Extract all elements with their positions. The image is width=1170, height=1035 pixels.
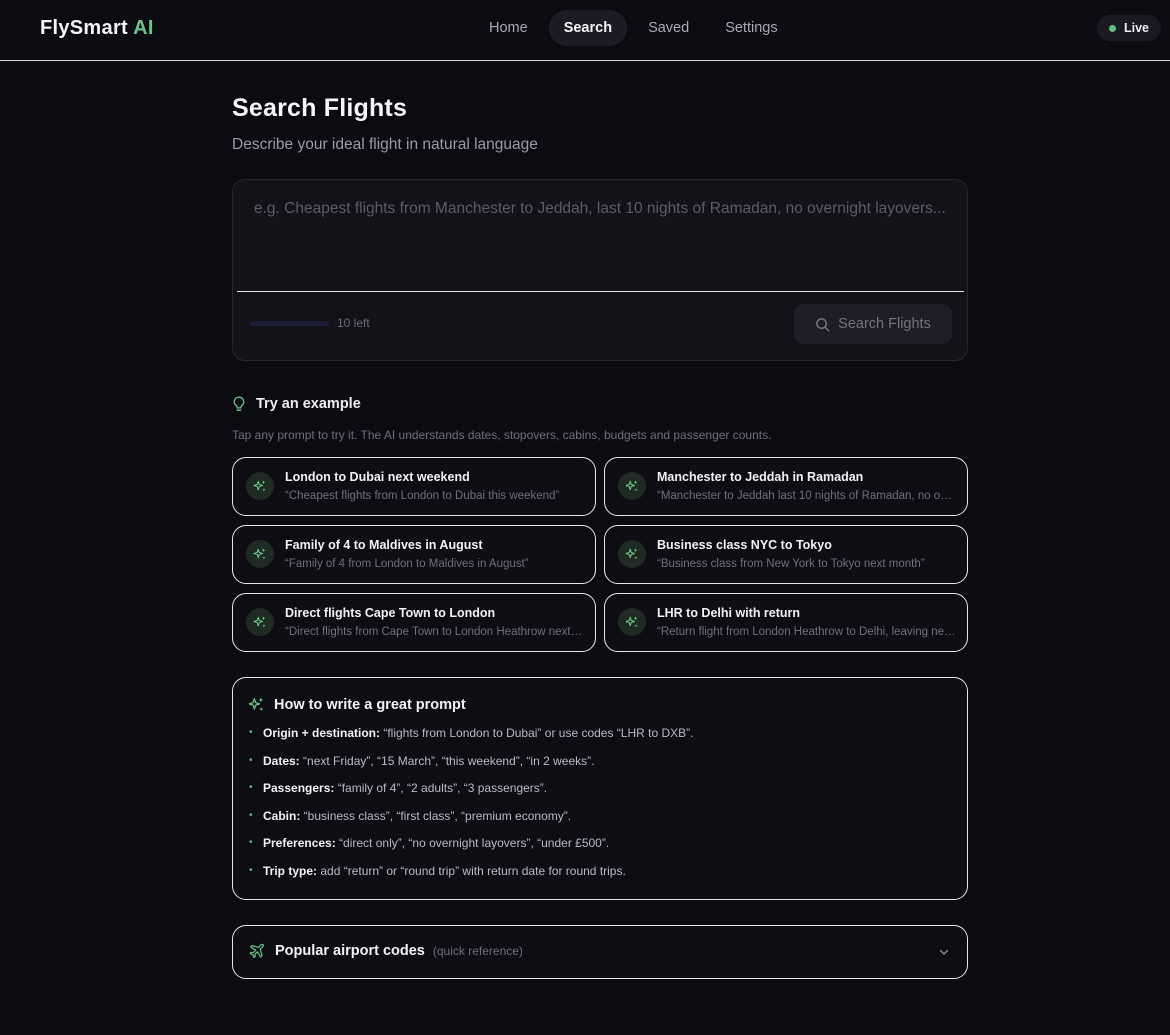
example-card[interactable]: Manchester to Jeddah in Ramadan “Manches… [604, 457, 968, 516]
example-grid: London to Dubai next weekend “Cheapest f… [232, 457, 968, 652]
nav-home[interactable]: Home [474, 10, 543, 46]
sparkle-icon [246, 472, 274, 500]
example-prompt: “Manchester to Jeddah last 10 nights of … [657, 490, 957, 502]
examples-heading-label: Try an example [256, 396, 361, 412]
tip-item: • Dates: “next Friday”, “15 March”, “this… [249, 754, 694, 782]
page-subtitle: Describe your ideal flight in natural la… [232, 136, 538, 153]
example-prompt: “Family of 4 from London to Maldives in … [285, 558, 529, 570]
tip-key: Cabin: [263, 808, 301, 823]
tip-text: “flights from London to Dubai” or use co… [380, 726, 694, 740]
example-prompt: “Business class from New York to Tokyo n… [657, 558, 925, 570]
bullet-icon: • [249, 864, 253, 876]
tip-text: add “return” or “round trip” with return… [317, 863, 626, 878]
example-prompt: “Direct flights from Cape Town to London… [285, 626, 585, 638]
plane-icon [249, 943, 264, 959]
quota-remaining: 10 left [337, 316, 370, 330]
tip-item: • Trip type: add “return” or “round trip”… [249, 864, 694, 892]
brand-name: FlySmart [40, 17, 128, 39]
bullet-icon: • [249, 754, 253, 766]
tip-item: • Origin + destination: “flights from Lon… [249, 726, 694, 754]
main-content: Search Flights Describe your ideal fligh… [232, 61, 968, 979]
example-prompt: “Return flight from London Heathrow to D… [657, 626, 957, 638]
airport-codes-label: Popular airport codes [275, 943, 425, 959]
sparkle-icon [618, 472, 646, 500]
examples-heading: Try an example [232, 395, 968, 413]
tip-text: “direct only”, “no overnight layovers”, … [335, 836, 610, 850]
tip-key: Passengers: [263, 781, 335, 795]
sparkle-icon [246, 608, 274, 636]
example-title: Business class NYC to Tokyo [657, 538, 832, 552]
sparkle-icon [618, 540, 646, 568]
tips-list: • Origin + destination: “flights from Lon… [249, 726, 694, 891]
example-prompt: “Cheapest flights from London to Dubai t… [285, 490, 560, 502]
nav-settings[interactable]: Settings [710, 10, 792, 46]
brand-logo[interactable]: FlySmart AI [40, 17, 154, 40]
tip-key: Origin + destination: [263, 726, 381, 740]
nav-search[interactable]: Search [548, 10, 628, 46]
prompt-tips-card: How to write a great prompt • Origin + de… [232, 677, 968, 900]
tip-key: Dates: [263, 753, 300, 768]
example-title: Direct flights Cape Town to London [285, 606, 496, 620]
nav-saved[interactable]: Saved [633, 10, 704, 46]
tip-item: • Preferences: “direct only”, “no overnig… [249, 836, 694, 864]
search-button-label: Search Flights [838, 316, 931, 332]
tip-text: “next Friday”, “15 March”, “this weekend… [299, 753, 595, 768]
bullet-icon: • [249, 837, 253, 848]
example-card[interactable]: Family of 4 to Maldives in August “Famil… [232, 525, 596, 584]
tip-item: • Cabin: “business class”, “first class”,… [249, 809, 694, 837]
example-card[interactable]: LHR to Delhi with return “Return flight … [604, 593, 968, 652]
brand-accent: AI [133, 17, 154, 39]
tip-text: “business class”, “first class”, “premiu… [300, 808, 572, 823]
live-dot-icon [1108, 24, 1116, 32]
lightbulb-icon [233, 396, 245, 411]
example-card[interactable]: London to Dubai next weekend “Cheapest f… [232, 457, 596, 516]
main-nav: Home Search Saved Settings [474, 10, 793, 46]
search-icon [816, 317, 830, 331]
search-flights-button[interactable]: Search Flights [794, 304, 952, 344]
sparkle-icon [246, 540, 274, 568]
page-title: Search Flights [232, 94, 408, 122]
tips-heading-label: How to write a great prompt [274, 696, 466, 713]
search-panel: 10 left Search Flights [232, 179, 968, 361]
example-title: LHR to Delhi with return [657, 606, 801, 620]
tip-key: Trip type: [263, 863, 318, 878]
bullet-icon: • [249, 727, 253, 738]
airport-codes-heading: Popular airport codes (quick reference) [249, 943, 523, 959]
tip-text: “family of 4”, “2 adults”, “3 passengers… [334, 781, 548, 795]
sparkle-icon [248, 697, 264, 711]
example-title: Manchester to Jeddah in Ramadan [657, 470, 864, 484]
bullet-icon: • [249, 782, 253, 793]
examples-note: Tap any prompt to try it. The AI underst… [232, 428, 772, 442]
example-title: Family of 4 to Maldives in August [285, 538, 483, 552]
top-bar: FlySmart AI Home Search Saved Settings L… [0, 0, 1170, 61]
airport-codes-hint: (quick reference) [432, 944, 523, 958]
live-status-label: Live [1123, 21, 1149, 35]
quota-progress-bar [250, 321, 329, 326]
example-title: London to Dubai next weekend [285, 470, 470, 484]
chevron-down-icon[interactable] [938, 946, 950, 958]
bullet-icon: • [249, 809, 253, 821]
tip-key: Preferences: [263, 836, 336, 850]
example-card[interactable]: Business class NYC to Tokyo “Business cl… [604, 525, 968, 584]
live-status-badge: Live [1097, 15, 1161, 41]
airport-codes-accordion[interactable]: Popular airport codes (quick reference) [232, 925, 968, 979]
tips-heading: How to write a great prompt [248, 696, 466, 713]
example-card[interactable]: Direct flights Cape Town to London “Dire… [232, 593, 596, 652]
search-prompt-input[interactable] [237, 181, 964, 292]
tip-item: • Passengers: “family of 4”, “2 adults”, … [249, 781, 694, 809]
sparkle-icon [618, 608, 646, 636]
